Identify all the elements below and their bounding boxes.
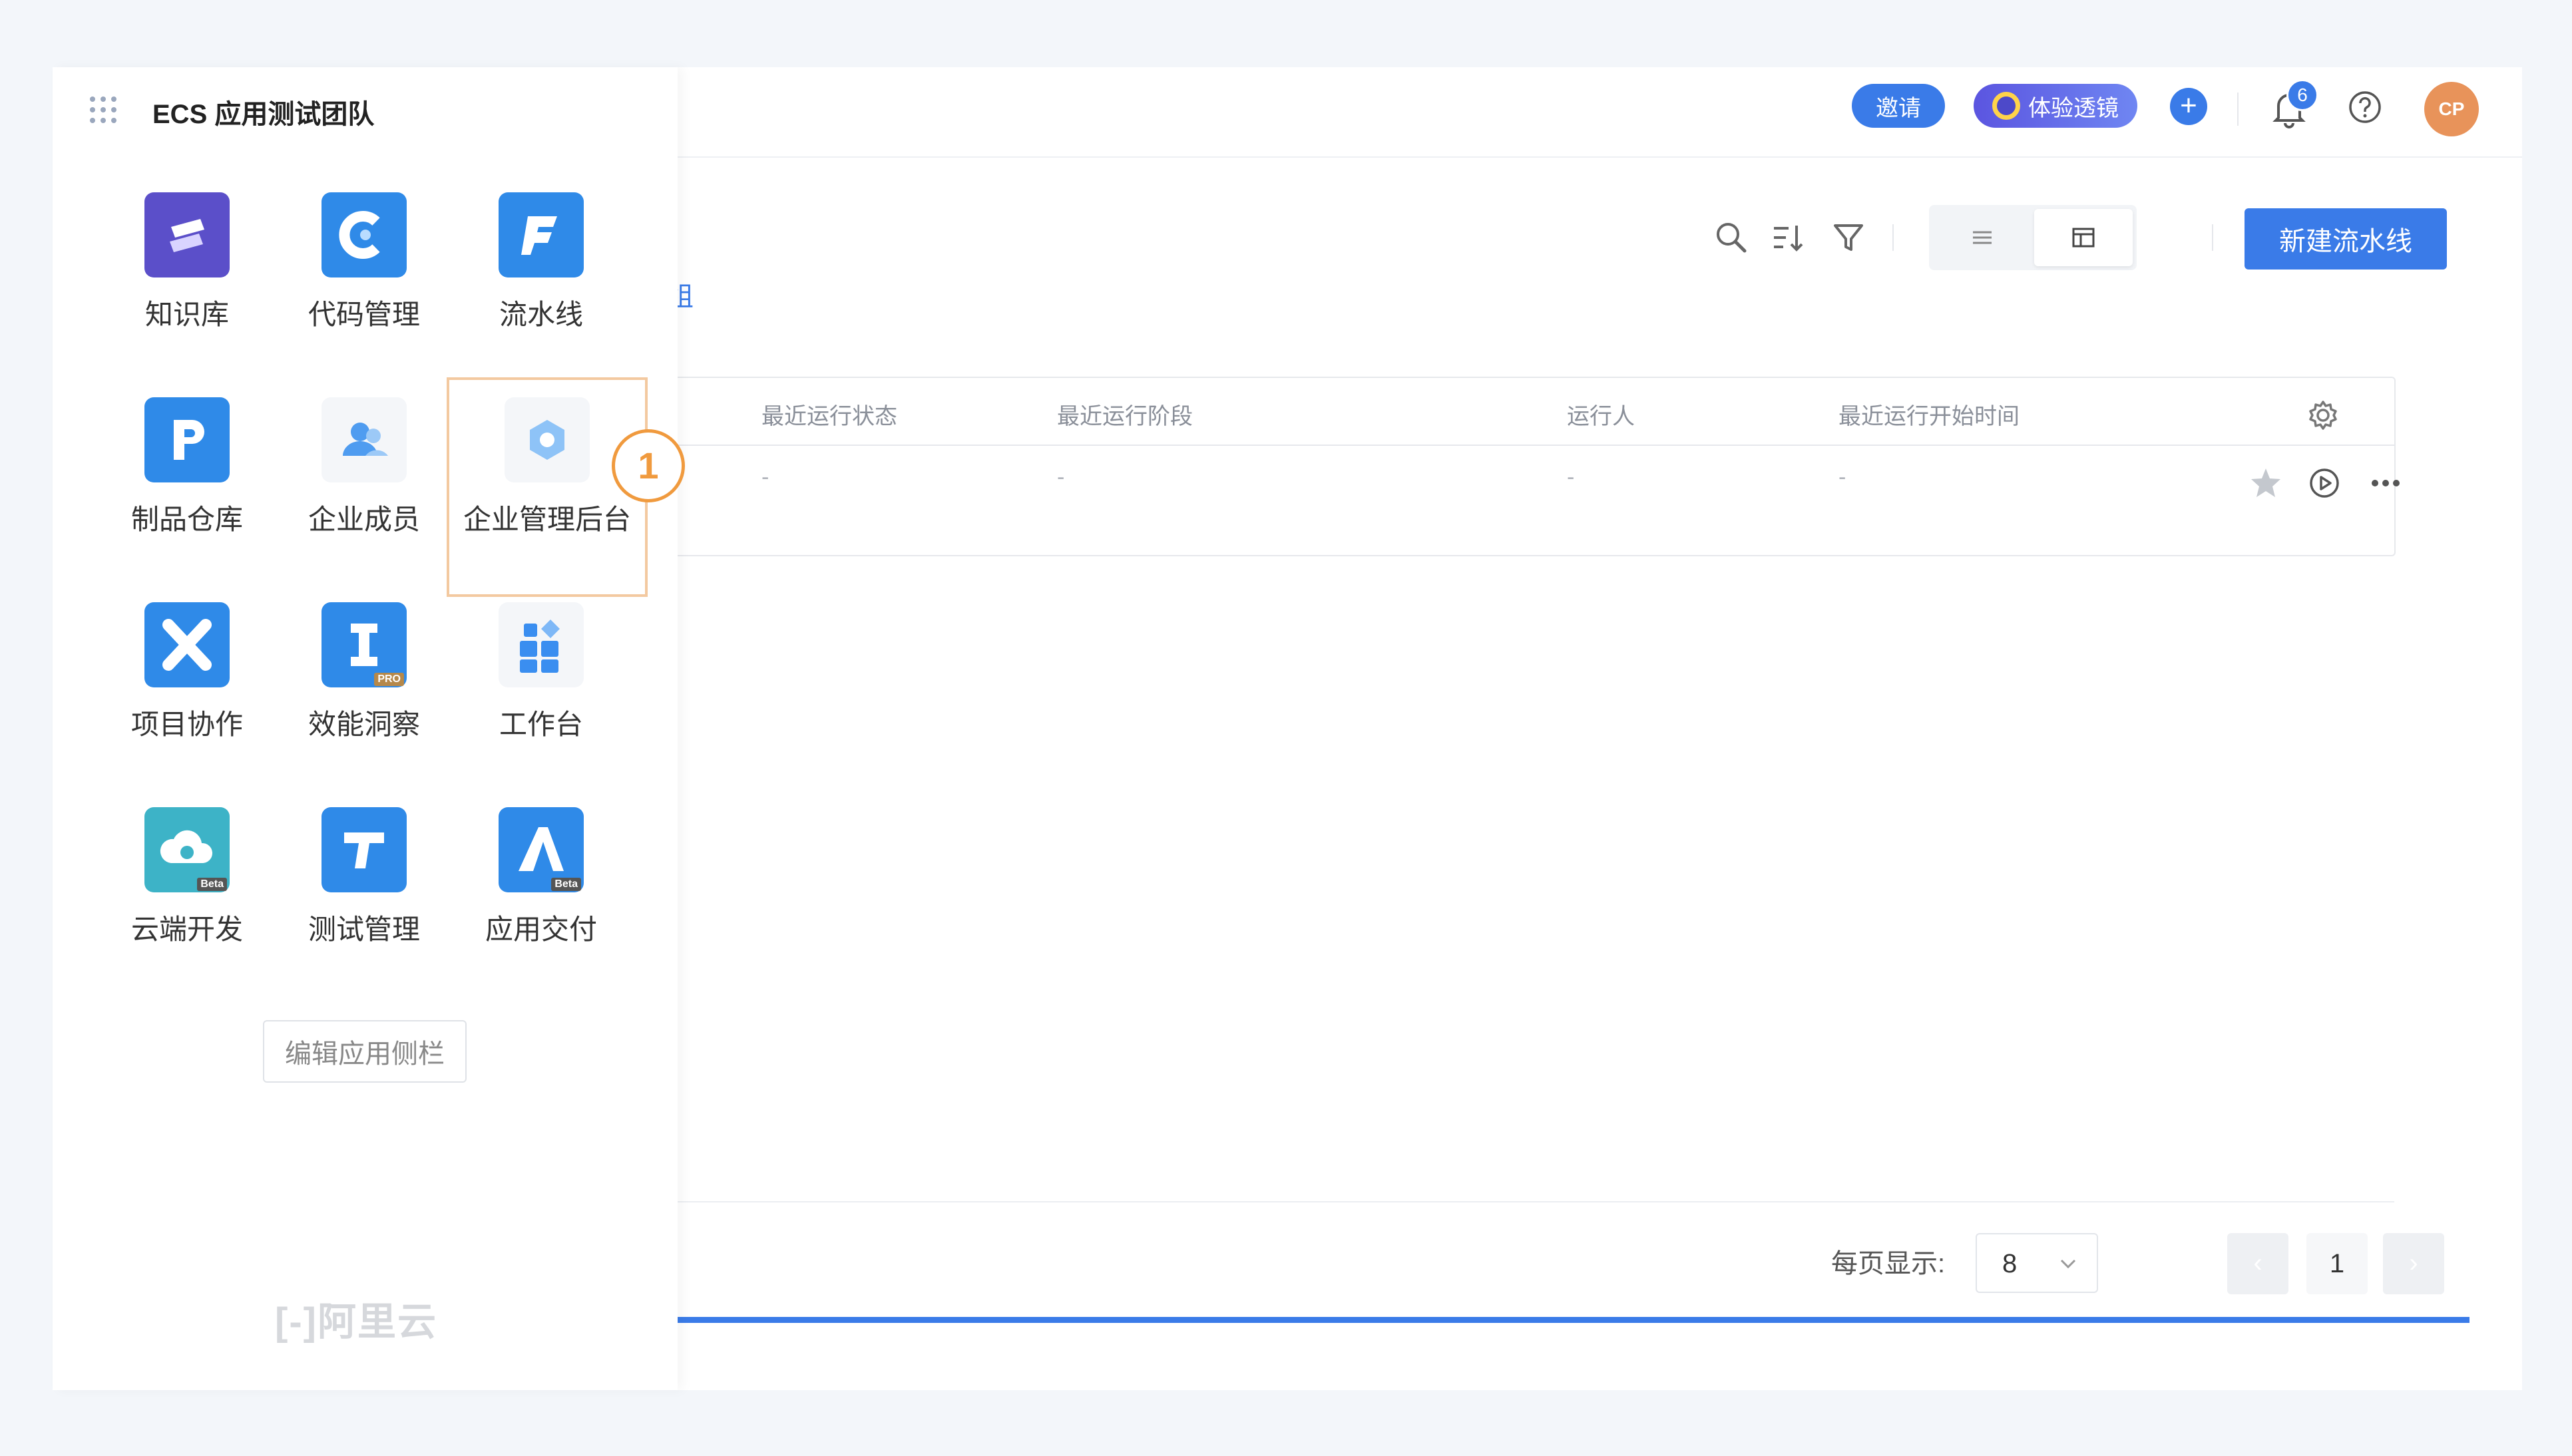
page-number-button[interactable]: 1 — [2306, 1233, 2368, 1294]
experience-lens-button[interactable]: 体验透镜 — [1974, 84, 2137, 128]
star-icon[interactable] — [2246, 463, 2286, 503]
app-workbench[interactable]: 工作台 — [461, 602, 621, 743]
app-switcher-panel: ECS 应用测试团队 知识库 代码管理 流水线 制品仓库 企业成员 企业管理后台… — [53, 67, 678, 1390]
column-settings-gear-icon[interactable] — [2303, 395, 2343, 435]
filter-icon[interactable] — [1830, 219, 1867, 256]
app-label: 云端开发 — [130, 914, 243, 945]
table-cell: - — [1838, 464, 1846, 490]
prev-page-button[interactable]: ‹ — [2227, 1233, 2288, 1294]
app-label: 企业成员 — [308, 504, 420, 535]
table-header: 最近运行状态 最近运行阶段 运行人 最近运行开始时间 — [614, 378, 2394, 446]
pipeline-icon — [499, 192, 584, 277]
artifact-repository-icon — [144, 397, 230, 482]
app-grid-icon[interactable] — [87, 94, 119, 126]
run-play-icon[interactable] — [2304, 463, 2344, 503]
lens-label: 体验透镜 — [2028, 95, 2119, 121]
app-pipeline[interactable]: 流水线 — [461, 192, 621, 333]
avatar[interactable]: CP — [2424, 82, 2479, 136]
lens-icon — [1992, 92, 2020, 120]
app-label: 制品仓库 — [130, 504, 243, 535]
per-page-value: 8 — [2002, 1249, 2018, 1278]
app-enterprise-admin[interactable]: 企业管理后台 — [447, 377, 648, 597]
divider — [1892, 224, 1894, 251]
table-cell: - — [1057, 464, 1065, 490]
app-label: 效能洞察 — [308, 709, 420, 740]
app-knowledge-base[interactable]: 知识库 — [107, 192, 267, 333]
pipeline-table: 最近运行状态 最近运行阶段 运行人 最近运行开始时间 - - - - — [614, 377, 2400, 556]
team-title: ECS 应用测试团队 — [152, 100, 375, 129]
app-delivery[interactable]: Beta 应用交付 — [461, 807, 621, 948]
sort-icon[interactable] — [1770, 219, 1807, 256]
chevron-down-icon — [2060, 1259, 2076, 1269]
code-management-icon — [322, 192, 407, 277]
app-label: 企业管理后台 — [463, 504, 631, 535]
invite-button[interactable]: 邀请 — [1852, 84, 1945, 128]
help-icon[interactable] — [2348, 90, 2382, 124]
app-label: 工作台 — [499, 709, 583, 740]
app-label: 流水线 — [499, 299, 583, 330]
app-delivery-icon: Beta — [499, 807, 584, 892]
table-view-icon[interactable] — [2034, 209, 2133, 266]
beta-tag: Beta — [197, 878, 227, 891]
column-header: 最近运行状态 — [761, 404, 897, 429]
step-callout-marker: 1 — [612, 429, 685, 502]
enterprise-members-icon — [322, 397, 407, 482]
divider — [2237, 92, 2239, 126]
new-pipeline-button[interactable]: 新建流水线 — [2245, 208, 2447, 270]
app-label: 测试管理 — [308, 914, 420, 945]
column-header: 运行人 — [1567, 404, 1635, 429]
notification-badge: 6 — [2286, 79, 2318, 111]
app-artifact-repository[interactable]: 制品仓库 — [107, 397, 267, 538]
list-view-icon[interactable] — [1933, 209, 2032, 266]
per-page-label: 每页显示: — [1831, 1249, 1946, 1278]
cloud-dev-icon: Beta — [144, 807, 230, 892]
view-toggle — [1929, 205, 2137, 270]
app-insight[interactable]: PRO 效能洞察 — [284, 602, 444, 743]
workbench-icon — [499, 602, 584, 687]
app-enterprise-members[interactable]: 企业成员 — [284, 397, 444, 538]
project-collaboration-icon — [144, 602, 230, 687]
app-label: 代码管理 — [308, 299, 420, 330]
column-header: 最近运行阶段 — [1057, 404, 1193, 429]
table-cell: - — [761, 464, 769, 490]
insight-icon: PRO — [322, 602, 407, 687]
test-management-icon — [322, 807, 407, 892]
app-cloud-dev[interactable]: Beta 云端开发 — [107, 807, 267, 948]
next-page-button[interactable]: › — [2383, 1233, 2444, 1294]
app-test-management[interactable]: 测试管理 — [284, 807, 444, 948]
app-code-management[interactable]: 代码管理 — [284, 192, 444, 333]
footer-divider — [614, 1201, 2394, 1202]
aliyun-logo: [-]阿里云 — [275, 1300, 437, 1344]
app-label: 知识库 — [144, 299, 229, 330]
loading-progress-bar — [624, 1317, 2469, 1323]
app-project-collaboration[interactable]: 项目协作 — [107, 602, 267, 743]
pro-tag: PRO — [374, 673, 404, 686]
enterprise-admin-icon — [505, 397, 590, 482]
divider — [2212, 224, 2213, 251]
knowledge-base-icon — [144, 192, 230, 277]
search-icon[interactable] — [1713, 219, 1750, 256]
app-label: 项目协作 — [130, 709, 243, 740]
per-page-select[interactable]: 8 — [1976, 1233, 2098, 1293]
column-header: 最近运行开始时间 — [1838, 404, 2020, 429]
edit-app-sidebar-button[interactable]: 编辑应用侧栏 — [263, 1020, 467, 1083]
app-label: 应用交付 — [485, 914, 597, 945]
table-cell: - — [1567, 464, 1575, 490]
beta-tag: Beta — [551, 878, 581, 891]
more-actions-icon[interactable] — [2366, 463, 2406, 503]
add-button[interactable]: + — [2170, 88, 2207, 125]
